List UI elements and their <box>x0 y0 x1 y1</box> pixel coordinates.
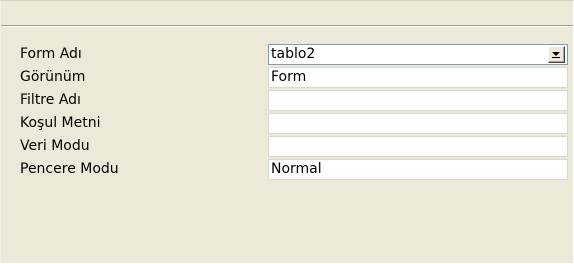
view-field[interactable]: Form <box>268 67 568 88</box>
data-mode-field[interactable] <box>268 136 568 157</box>
view-label: Görünüm <box>20 69 86 85</box>
top-divider <box>1 25 573 27</box>
dropdown-underline <box>552 57 560 58</box>
window-mode-field[interactable]: Normal <box>268 159 568 180</box>
condition-text-label: Koşul Metni <box>20 115 101 131</box>
form-name-label: Form Adı <box>20 46 82 62</box>
condition-text-field[interactable] <box>268 113 568 134</box>
filter-name-label: Filtre Adı <box>20 92 81 108</box>
form-name-dropdown-button[interactable] <box>548 46 565 63</box>
filter-name-field[interactable] <box>268 90 568 111</box>
form-name-select[interactable]: tablo2 <box>268 44 568 65</box>
data-mode-label: Veri Modu <box>20 138 90 154</box>
chevron-down-icon <box>552 52 560 56</box>
form-properties-panel: Form Adı tablo2 Görünüm Form Filtre Adı … <box>0 0 574 264</box>
form-name-value: tablo2 <box>271 46 316 62</box>
window-mode-label: Pencere Modu <box>20 161 119 177</box>
